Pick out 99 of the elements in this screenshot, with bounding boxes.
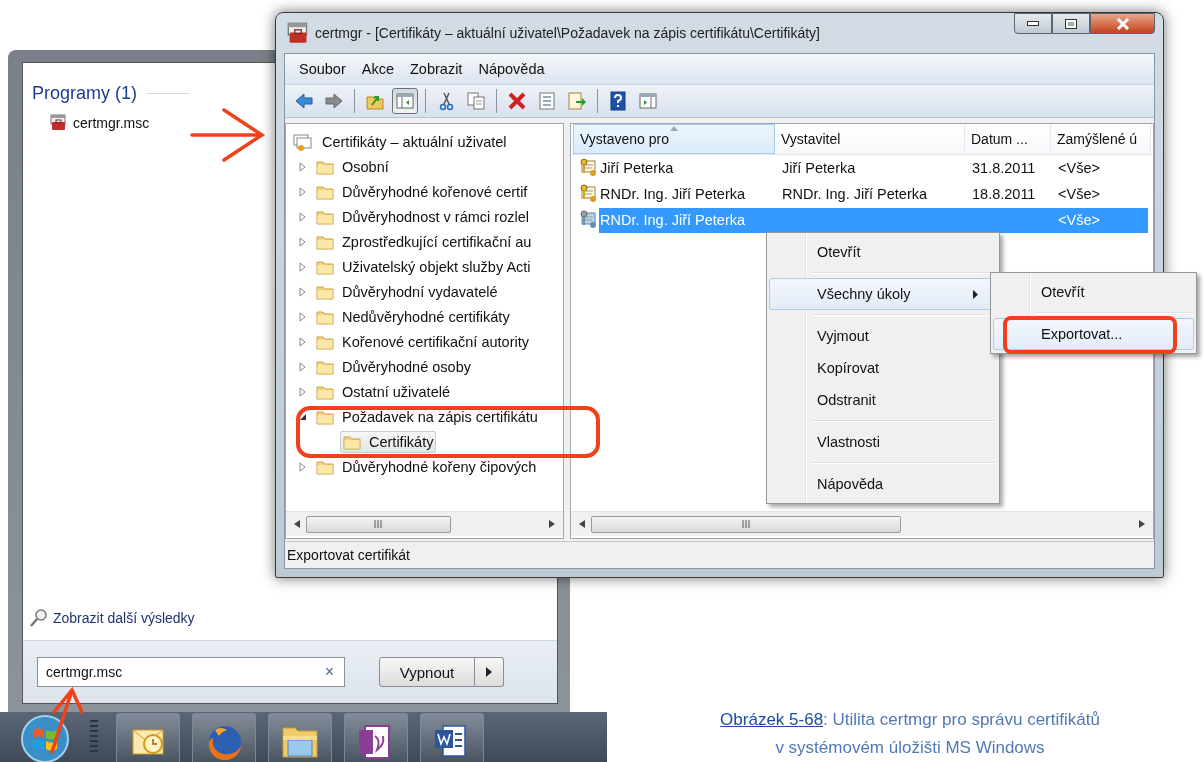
collapsed-arrow-icon[interactable] bbox=[298, 336, 308, 347]
tree-item[interactable]: Důvěryhodné osoby bbox=[340, 357, 473, 376]
more-results-link[interactable]: Zobrazit další výsledky bbox=[53, 610, 195, 626]
certificate-icon bbox=[579, 184, 599, 204]
copy-icon bbox=[466, 91, 486, 111]
maximize-icon bbox=[1065, 18, 1077, 29]
scroll-left-icon[interactable] bbox=[579, 520, 585, 528]
tree-item[interactable]: Požadavek na zápis certifikátu bbox=[340, 407, 540, 426]
column-header[interactable]: Datum ... bbox=[965, 124, 1051, 154]
menu-item[interactable]: Zobrazit bbox=[402, 61, 471, 77]
figure-link[interactable]: Obrázek 5-68 bbox=[720, 710, 824, 729]
collapsed-arrow-icon[interactable] bbox=[298, 286, 308, 297]
menu-item[interactable]: Akce bbox=[353, 61, 402, 77]
panel-icon bbox=[395, 91, 415, 111]
search-icon bbox=[29, 608, 49, 628]
delete-x-icon bbox=[507, 91, 527, 111]
search-field[interactable]: certmgr.msc × bbox=[37, 657, 345, 687]
back-arrow-icon bbox=[294, 91, 314, 111]
status-bar: Exportovat certifikát bbox=[285, 541, 1154, 568]
collapsed-arrow-icon[interactable] bbox=[298, 361, 308, 372]
start-orb-icon[interactable] bbox=[18, 712, 72, 762]
certificate-icon bbox=[579, 210, 599, 230]
properties-icon bbox=[537, 91, 557, 111]
menu-item[interactable]: Odstranit bbox=[769, 384, 997, 416]
table-cell-text: <Vše> bbox=[1057, 211, 1101, 230]
menu-item[interactable]: Nápověda bbox=[769, 468, 997, 500]
collapsed-arrow-icon[interactable] bbox=[298, 311, 308, 322]
table-cell-text: <Vše> bbox=[1057, 185, 1101, 204]
shutdown-button[interactable]: Vypnout bbox=[379, 657, 475, 687]
tree-item[interactable]: Zprostředkující certifikační au bbox=[340, 232, 534, 251]
figure-caption: Obrázek 5-68: Utilita certmgr pro správu certifikátů v systémovém úložišti MS Windows bbox=[719, 709, 1101, 759]
maximize-button[interactable] bbox=[1052, 13, 1090, 34]
grip-icon bbox=[374, 520, 383, 528]
annotation-arrow bbox=[50, 686, 84, 754]
tree-item[interactable]: Důvěryhodnost v rámci rozlel bbox=[340, 207, 531, 226]
program-item[interactable]: certmgr.msc bbox=[23, 104, 150, 131]
table-cell-text: <Vše> bbox=[1057, 159, 1101, 178]
column-header[interactable]: Zamýšlené ú bbox=[1051, 124, 1151, 154]
tree-item[interactable]: Důvěryhodní vydavatelé bbox=[340, 282, 500, 301]
grip-icon bbox=[741, 520, 751, 528]
close-icon bbox=[1115, 17, 1130, 30]
table-cell-text: RNDr. Ing. Jiří Peterka bbox=[781, 185, 929, 204]
menu-item[interactable]: Exportovat... bbox=[993, 318, 1194, 350]
column-header[interactable]: Vystaveno pro bbox=[573, 124, 775, 154]
forward-arrow-icon bbox=[324, 91, 344, 111]
panel-icon bbox=[638, 91, 658, 111]
tree-item[interactable]: Uživatelský objekt služby Acti bbox=[340, 257, 533, 276]
collapsed-arrow-icon[interactable] bbox=[298, 236, 308, 247]
tree-item[interactable]: Kořenové certifikační autority bbox=[340, 332, 531, 351]
table-cell[interactable]: Jiří Peterka bbox=[599, 155, 776, 181]
menu-item[interactable]: Nápověda bbox=[470, 61, 553, 77]
tree-item[interactable]: Důvěryhodné kořeny čipových bbox=[340, 457, 539, 476]
collapsed-arrow-icon[interactable] bbox=[298, 461, 308, 472]
minimize-button[interactable] bbox=[1014, 13, 1052, 34]
scroll-right-icon[interactable] bbox=[1139, 520, 1145, 528]
table-cell-text: 31.8.2011 bbox=[971, 159, 1037, 178]
taskbar-button[interactable] bbox=[116, 713, 180, 762]
column-header[interactable]: Vystavitel bbox=[775, 124, 965, 154]
certificates-icon bbox=[292, 131, 312, 152]
collapsed-arrow-icon[interactable] bbox=[298, 211, 308, 222]
taskbar-button[interactable] bbox=[268, 713, 332, 762]
submenu-arrow-icon bbox=[973, 289, 978, 299]
close-button[interactable] bbox=[1090, 13, 1155, 34]
tree-item[interactable]: Osobní bbox=[340, 157, 391, 176]
table-cell-text: 18.8.2011 bbox=[971, 185, 1037, 204]
tree-item[interactable]: Nedůvěryhodné certifikáty bbox=[340, 307, 512, 326]
collapsed-arrow-icon[interactable] bbox=[298, 161, 308, 172]
scroll-right-icon[interactable] bbox=[549, 520, 555, 528]
tree-item[interactable]: Ostatní uživatelé bbox=[340, 382, 452, 401]
menu-item[interactable]: Vlastnosti bbox=[769, 426, 997, 458]
collapsed-arrow-icon[interactable] bbox=[298, 386, 308, 397]
program-icon bbox=[50, 114, 67, 131]
tree-item[interactable]: Certifikáty bbox=[340, 430, 437, 453]
horizontal-scrollbar[interactable] bbox=[286, 511, 563, 536]
table-cell[interactable]: RNDr. Ing. Jiří Peterka bbox=[599, 181, 776, 207]
collapsed-arrow-icon[interactable] bbox=[298, 186, 308, 197]
help-icon bbox=[608, 91, 628, 111]
toolbar-button[interactable] bbox=[392, 88, 418, 114]
scroll-left-icon[interactable] bbox=[294, 520, 300, 528]
menu-item[interactable]: Kopírovat bbox=[769, 352, 997, 384]
window-title: certmgr - [Certifikáty – aktuální uživatel\Požadavek na zápis certifikátu\Certifikáty] bbox=[315, 25, 820, 41]
caret-icon bbox=[486, 667, 492, 677]
tree-item[interactable]: Certifikáty – aktuální uživatel bbox=[320, 132, 509, 151]
menu-item[interactable]: Otevřít bbox=[769, 236, 997, 268]
clear-button[interactable]: × bbox=[324, 663, 334, 681]
table-cell-text: Jiří Peterka bbox=[781, 159, 857, 178]
certificate-icon bbox=[579, 158, 599, 178]
tree-item[interactable]: Důvěryhodné kořenové certif bbox=[340, 182, 530, 201]
collapsed-arrow-icon[interactable] bbox=[298, 261, 308, 272]
app-icon bbox=[287, 22, 309, 44]
sort-arrow-icon bbox=[670, 126, 678, 131]
taskbar-button[interactable] bbox=[420, 713, 484, 762]
menu-item[interactable]: Soubor bbox=[291, 61, 354, 77]
minimize-icon bbox=[1027, 20, 1039, 27]
shutdown-options-button[interactable] bbox=[475, 657, 504, 687]
taskbar-button[interactable] bbox=[344, 713, 408, 762]
section-heading: Programy (1) bbox=[32, 83, 138, 104]
horizontal-scrollbar[interactable] bbox=[571, 511, 1153, 536]
export-icon bbox=[567, 91, 587, 111]
